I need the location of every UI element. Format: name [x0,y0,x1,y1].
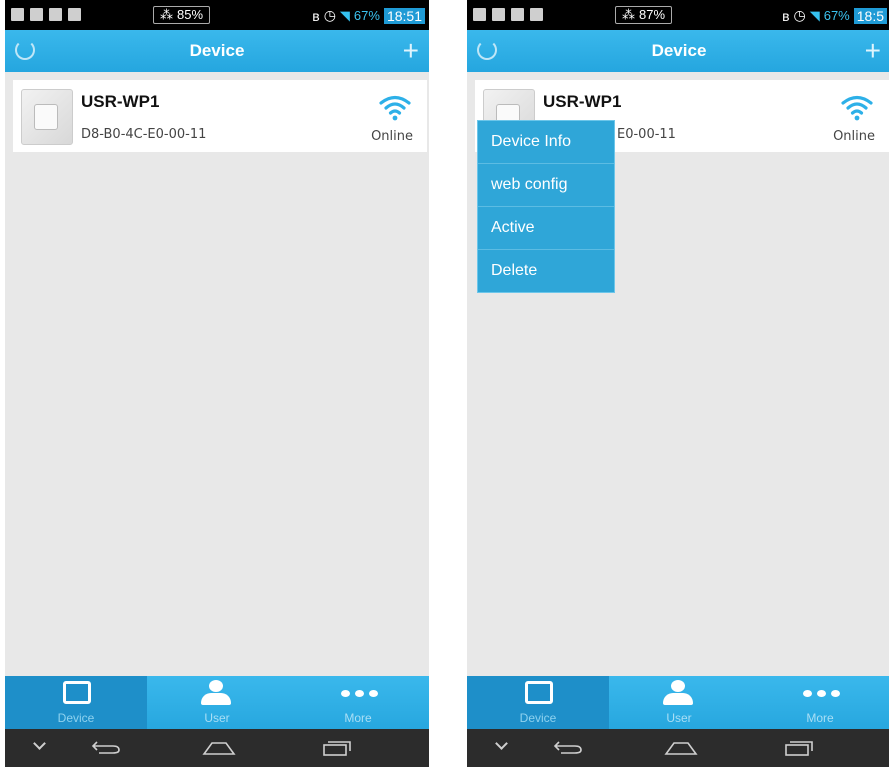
device-mac: D8-B0-4C-E0-00-11 [81,127,207,142]
battery-text: 87% [639,7,666,22]
app-header: Device + [467,30,889,72]
page-title: Device [189,41,245,60]
notification-icons [11,8,81,21]
alarm-icon: ◷ [793,7,806,23]
tab-more[interactable]: More [749,676,889,729]
battery-indicator: ⁂ 87% [615,6,673,24]
user-tab-icon-body [663,693,693,705]
gallery-notification-icon [511,8,524,21]
more-tab-icon [341,690,378,697]
device-name: USR-WP1 [81,92,160,111]
back-icon[interactable] [91,740,121,754]
add-icon[interactable]: + [403,37,419,65]
tab-label: Device [57,711,95,725]
battery-indicator: ⁂ 85% [153,6,211,24]
bottom-tab-bar: Device User More [5,676,429,729]
clock: 18:51 [383,7,425,24]
alarm-icon: ◷ [323,7,336,23]
recent-apps-icon[interactable] [323,740,351,756]
system-nav-bar [467,729,889,767]
user-tab-icon [671,680,685,692]
device-list-item[interactable]: USR-WP1 D8-B0-4C-E0-00-11 Online [13,80,427,152]
battery-text: 85% [177,7,204,22]
tab-user[interactable]: User [147,676,287,729]
context-menu: Device Info web config Active Delete [477,120,615,293]
game-notification-icon [68,8,81,21]
wifi-status-icon: ◥ [339,7,350,23]
device-tab-icon [525,681,553,704]
menu-item-delete[interactable]: Delete [478,250,614,292]
wifi-icon [841,95,873,121]
tab-device[interactable]: Device [5,676,147,729]
add-icon[interactable]: + [865,37,881,65]
battery-percent: 67% [823,8,850,23]
menu-item-device-info[interactable]: Device Info [478,121,614,164]
bottom-tab-bar: Device User More [467,676,889,729]
image-notification-icon [11,8,24,21]
system-nav-bar [5,729,429,767]
home-icon[interactable] [202,741,236,755]
phone-screen-left: ⁂ 85% ʙ ◷ ◥ 67% 18:51 Device + USR-WP1 D… [5,0,429,767]
menu-item-web-config[interactable]: web config [478,164,614,207]
more-tab-icon [803,690,840,697]
gallery-notification-icon [49,8,62,21]
tab-label: Device [519,711,557,725]
tab-more[interactable]: More [287,676,429,729]
tab-device[interactable]: Device [467,676,609,729]
tab-label: User [204,711,230,725]
back-icon[interactable] [553,740,583,754]
phone-screen-right: ⁂ 87% ʙ ◷ ◥ 67% 18:5 Device + USR-WP1 E0… [467,0,889,767]
bluetooth-icon: ʙ [782,7,790,24]
status-bar: ⁂ 85% ʙ ◷ ◥ 67% 18:51 [5,0,429,30]
image-notification-icon [473,8,486,21]
battery-icon: ⁂ [622,7,635,22]
system-status: ʙ ◷ ◥ 67% 18:51 [312,7,425,24]
device-thumbnail [21,89,73,145]
wifi-status-icon: ◥ [809,7,820,23]
system-status: ʙ ◷ ◥ 67% 18:5 [782,7,887,24]
tab-label: More [806,711,834,725]
app-notification-icon [30,8,43,21]
home-icon[interactable] [664,741,698,755]
battery-icon: ⁂ [160,7,173,22]
chevron-down-icon[interactable] [33,737,46,750]
tab-label: More [344,711,372,725]
device-tab-icon [63,681,91,704]
user-tab-icon [209,680,223,692]
page-title: Device [651,41,707,60]
clock: 18:5 [853,7,887,24]
device-name: USR-WP1 [543,92,622,111]
game-notification-icon [530,8,543,21]
notification-icons [473,8,543,21]
menu-item-active[interactable]: Active [478,207,614,250]
tab-label: User [666,711,692,725]
recent-apps-icon[interactable] [785,740,813,756]
device-status: Online [833,129,875,144]
app-header: Device + [5,30,429,72]
app-notification-icon [492,8,505,21]
device-status: Online [371,129,413,144]
status-bar: ⁂ 87% ʙ ◷ ◥ 67% 18:5 [467,0,889,30]
wifi-icon [379,95,411,121]
bluetooth-icon: ʙ [312,7,320,24]
tab-user[interactable]: User [609,676,749,729]
device-mac: E0-00-11 [617,127,676,142]
chevron-down-icon[interactable] [495,737,508,750]
user-tab-icon-body [201,693,231,705]
battery-percent: 67% [353,8,380,23]
